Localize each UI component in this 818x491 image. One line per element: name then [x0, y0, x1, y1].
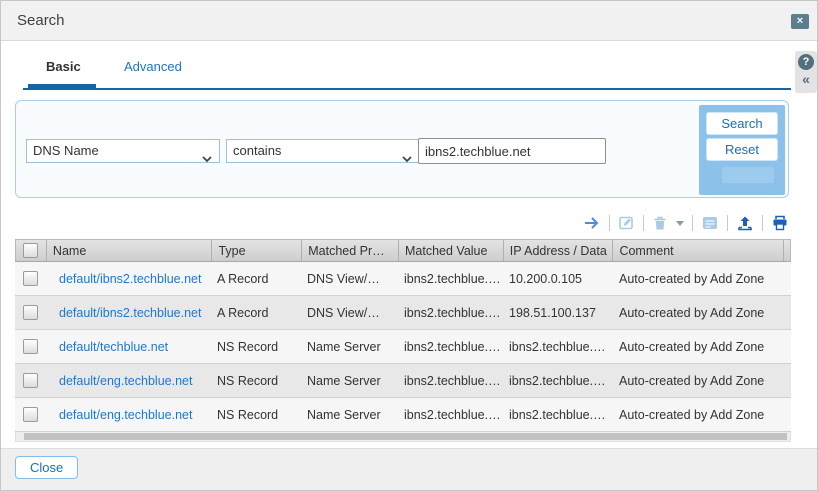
ip-address-data: ibns2.techblue.… — [503, 340, 613, 354]
chevron-down-icon — [202, 148, 212, 170]
column-header-ip-address[interactable]: IP Address / Data — [503, 240, 613, 261]
help-icon[interactable]: ? — [798, 54, 814, 70]
table-row[interactable]: default/ibns2.techblue.net A Record DNS … — [15, 262, 791, 296]
search-button[interactable]: Search — [706, 112, 778, 135]
table-row[interactable]: default/techblue.net NS Record Name Serv… — [15, 330, 791, 364]
column-header-name[interactable]: Name — [46, 240, 212, 261]
table-row[interactable]: default/eng.techblue.net NS Record Name … — [15, 398, 791, 432]
record-comment: Auto-created by Add Zone — [613, 306, 784, 320]
tab-basic[interactable]: Basic — [46, 59, 81, 74]
matched-value: ibns2.techblue.… — [398, 306, 503, 320]
field-select-value: DNS Name — [33, 143, 99, 158]
record-comment: Auto-created by Add Zone — [613, 272, 784, 286]
close-icon[interactable]: × — [791, 14, 809, 29]
matched-value: ibns2.techblue.… — [398, 272, 503, 286]
edit-columns-icon[interactable] — [701, 215, 719, 231]
delete-menu-caret-icon[interactable] — [676, 220, 684, 226]
edit-icon[interactable] — [618, 215, 635, 231]
record-type: A Record — [211, 306, 301, 320]
row-checkbox[interactable] — [23, 407, 38, 422]
help-panel: ? « — [795, 51, 817, 93]
search-dialog: Search × Basic Advanced ? « DNS Name con… — [0, 0, 818, 491]
record-name-link[interactable]: default/ibns2.techblue.net — [59, 306, 201, 320]
matched-value: ibns2.techblue.… — [398, 340, 503, 354]
toolbar-separator — [692, 215, 693, 231]
select-all-checkbox-cell — [16, 240, 46, 261]
record-comment: Auto-created by Add Zone — [613, 340, 784, 354]
operator-select[interactable]: contains — [226, 139, 420, 163]
matched-property: DNS View/… — [301, 306, 398, 320]
record-comment: Auto-created by Add Zone — [613, 408, 784, 422]
matched-value: ibns2.techblue.… — [398, 374, 503, 388]
operator-select-value: contains — [233, 143, 281, 158]
row-checkbox[interactable] — [23, 339, 38, 354]
reset-button[interactable]: Reset — [706, 138, 778, 161]
ip-address-data: 10.200.0.105 — [503, 272, 613, 286]
record-type: NS Record — [211, 374, 301, 388]
dialog-title: Search — [17, 1, 65, 41]
ip-address-data: ibns2.techblue.… — [503, 408, 613, 422]
select-all-checkbox[interactable] — [23, 243, 38, 258]
delete-icon[interactable] — [652, 215, 668, 231]
print-icon[interactable] — [771, 215, 789, 231]
tab-advanced[interactable]: Advanced — [124, 59, 182, 74]
results-table: Name Type Matched Pr… Matched Value IP A… — [15, 239, 791, 442]
results-toolbar — [583, 211, 789, 235]
column-header-matched-value[interactable]: Matched Value — [398, 240, 503, 261]
search-actions-box: Search Reset — [699, 105, 785, 195]
ip-address-data: 198.51.100.137 — [503, 306, 613, 320]
row-checkbox[interactable] — [23, 305, 38, 320]
toolbar-separator — [609, 215, 610, 231]
record-name-link[interactable]: default/techblue.net — [59, 340, 168, 354]
record-name-link[interactable]: default/eng.techblue.net — [59, 374, 192, 388]
chevron-down-icon — [402, 148, 412, 170]
dialog-titlebar: Search × — [1, 1, 817, 41]
record-type: NS Record — [211, 408, 301, 422]
column-header-comment[interactable]: Comment — [612, 240, 783, 261]
toolbar-separator — [643, 215, 644, 231]
table-header-row: Name Type Matched Pr… Matched Value IP A… — [15, 239, 791, 262]
search-query-input[interactable] — [418, 138, 606, 164]
export-icon[interactable] — [736, 215, 754, 231]
go-arrow-icon[interactable] — [583, 215, 601, 231]
record-type: A Record — [211, 272, 301, 286]
matched-property: Name Server — [301, 408, 398, 422]
row-checkbox[interactable] — [23, 271, 38, 286]
column-header-matched-property[interactable]: Matched Pr… — [301, 240, 398, 261]
ghost-button-placeholder — [722, 167, 774, 183]
dialog-footer: Close — [1, 448, 817, 491]
close-button[interactable]: Close — [15, 456, 78, 479]
row-checkbox[interactable] — [23, 373, 38, 388]
matched-value: ibns2.techblue.… — [398, 408, 503, 422]
table-row[interactable]: default/eng.techblue.net NS Record Name … — [15, 364, 791, 398]
column-header-type[interactable]: Type — [211, 240, 301, 261]
search-form-panel: DNS Name contains Search Reset — [15, 100, 789, 198]
record-type: NS Record — [211, 340, 301, 354]
collapse-icon[interactable]: « — [795, 71, 817, 87]
matched-property: Name Server — [301, 340, 398, 354]
ip-address-data: ibns2.techblue.… — [503, 374, 613, 388]
toolbar-separator — [727, 215, 728, 231]
matched-property: DNS View/… — [301, 272, 398, 286]
record-name-link[interactable]: default/ibns2.techblue.net — [59, 272, 201, 286]
table-row[interactable]: default/ibns2.techblue.net A Record DNS … — [15, 296, 791, 330]
toolbar-separator — [762, 215, 763, 231]
record-name-link[interactable]: default/eng.techblue.net — [59, 408, 192, 422]
tab-divider-line — [23, 88, 791, 90]
record-comment: Auto-created by Add Zone — [613, 374, 784, 388]
column-header-filler — [783, 240, 790, 261]
horizontal-scrollbar — [15, 432, 791, 442]
horizontal-scrollbar-thumb[interactable] — [24, 433, 787, 440]
field-select[interactable]: DNS Name — [26, 139, 220, 163]
matched-property: Name Server — [301, 374, 398, 388]
